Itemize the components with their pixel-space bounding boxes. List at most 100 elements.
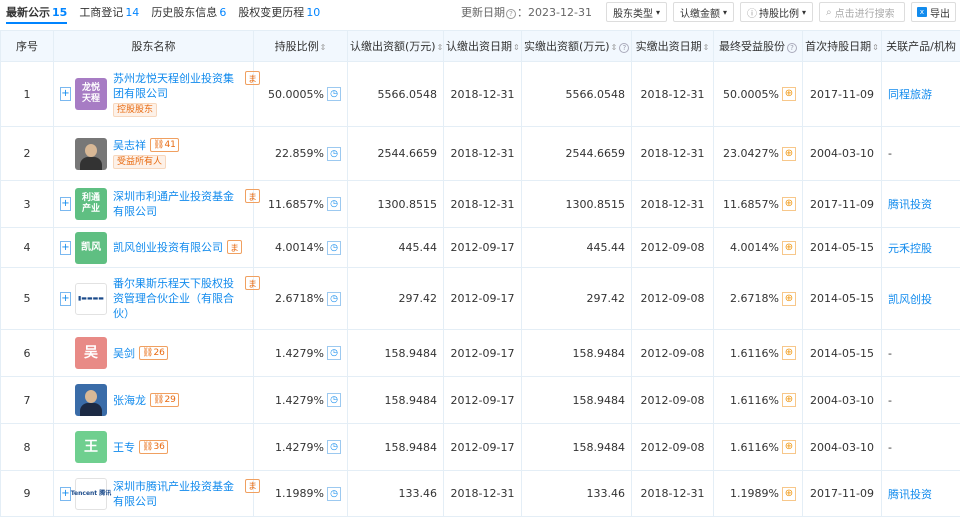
holder-cell: + 利通 产业 深圳市利通产业投资基金有限公司ま	[53, 180, 261, 228]
sub-date-cell: 2018-12-31	[443, 126, 522, 181]
toolbar: 更新日期? ：2023-12-31 股东类型 ▾ 认缴金额 ▾ ⓘ 持股比例 ▾ ⌕ 点击进…	[461, 0, 956, 24]
product-link[interactable]: 腾讯投资	[888, 488, 932, 501]
relation-icon[interactable]: ま	[245, 478, 261, 493]
sub-amount-cell: 158.9484	[347, 376, 444, 424]
amount-filter[interactable]: 认缴金额 ▾	[672, 2, 734, 22]
holder-name-link[interactable]: 苏州龙悦天程创业投资集团有限公司	[113, 71, 241, 101]
first-date-cell: 2017-11-09	[802, 61, 882, 127]
penetrate-icon[interactable]: ⊕	[782, 486, 796, 501]
expand-icon[interactable]: +	[60, 240, 71, 255]
company-logo: 利通 产业	[75, 188, 107, 220]
relation-icon[interactable]: ま	[245, 71, 261, 85]
row-no: 5	[0, 267, 54, 330]
history-icon[interactable]: ◷	[327, 87, 341, 101]
holder-cell: 张海龙 ⛓ 29	[53, 376, 254, 424]
first-date-cell: 2004-03-10	[802, 126, 882, 181]
paid-amount-cell: 5566.0548	[521, 61, 632, 127]
col-first-date[interactable]: 首次持股日期⇕	[802, 30, 882, 62]
update-info: 更新日期? ：2023-12-31	[461, 6, 592, 19]
relation-icon[interactable]: ま	[245, 276, 261, 290]
holder-name-link[interactable]: 吴志祥	[113, 138, 146, 153]
sub-date-cell: 2012-09-17	[443, 376, 522, 424]
paid-date-cell: 2012-09-08	[631, 267, 714, 330]
relation-icon[interactable]: ま	[227, 240, 243, 254]
holder-name-link[interactable]: 深圳市腾讯产业投资基金有限公司	[113, 479, 241, 509]
expand-icon[interactable]: +	[60, 291, 71, 306]
ratio-cell: 50.0005% ◷	[253, 61, 348, 127]
penetrate-icon[interactable]: ⊕	[782, 87, 796, 101]
col-paid-date[interactable]: 实缴出资日期⇕	[631, 30, 714, 62]
holder-cell: + ▮▬▬▬▬ 番尔果斯乐程天下股权投资管理合伙企业（有限合伙） ま	[53, 267, 261, 330]
help-icon: ?	[506, 9, 517, 19]
ratio-filter[interactable]: ⓘ 持股比例 ▾	[739, 2, 813, 22]
sub-date-cell: 2012-09-17	[443, 329, 522, 377]
sub-date-cell: 2012-09-17	[443, 423, 522, 471]
holdings-tag[interactable]: ⛓ 36	[139, 439, 168, 454]
holdings-tag[interactable]: ⛓ 26	[139, 345, 168, 360]
row-no: 6	[0, 329, 54, 377]
penetrate-icon[interactable]: ⊕	[782, 197, 796, 211]
paid-amount-cell: 1300.8515	[521, 180, 632, 228]
holder-name-link[interactable]: 王专	[113, 440, 135, 455]
caret-down-icon: ▾	[722, 7, 727, 17]
history-icon[interactable]: ◷	[327, 146, 341, 161]
tab-bar: 最新公示 15 工商登记 14 历史股东信息 6 股权变更历程 10	[0, 0, 332, 24]
holder-name-link[interactable]: 凯风创业投资有限公司	[113, 240, 223, 255]
col-paid-amount[interactable]: 实缴出资额(万元)⇕?	[521, 30, 632, 62]
history-icon[interactable]: ◷	[327, 440, 341, 454]
penetrate-icon[interactable]: ⊕	[782, 440, 796, 454]
history-icon[interactable]: ◷	[327, 291, 341, 306]
penetrate-icon[interactable]: ⊕	[782, 346, 796, 360]
holder-name-link[interactable]: 吴剑	[113, 346, 135, 361]
company-logo: Tencent 腾讯	[71, 477, 111, 510]
row-no: 8	[0, 423, 54, 471]
penetrate-icon[interactable]: ⊕	[782, 291, 796, 306]
sub-amount-cell: 158.9484	[347, 423, 444, 471]
ratio-cell: 1.4279% ◷	[253, 423, 348, 471]
avatar: 吴	[75, 337, 107, 369]
history-icon[interactable]: ◷	[327, 240, 341, 255]
product-link[interactable]: 元禾控股	[888, 242, 932, 255]
shareholder-type-filter[interactable]: 股东类型 ▾	[605, 2, 667, 22]
col-ratio[interactable]: 持股比例⇕	[253, 30, 348, 62]
expand-icon[interactable]: +	[60, 87, 71, 101]
col-sub-amount[interactable]: 认缴出资额(万元)⇕	[347, 30, 444, 62]
tab-registration[interactable]: 工商登记 14	[79, 0, 139, 24]
history-icon[interactable]: ◷	[327, 197, 341, 211]
product-link[interactable]: 凯风创投	[888, 293, 932, 306]
product-link[interactable]: 同程旅游	[888, 88, 932, 101]
holdings-tag[interactable]: ⛓ 29	[150, 392, 179, 407]
sub-amount-cell: 133.46	[347, 470, 444, 517]
holder-name-link[interactable]: 番尔果斯乐程天下股权投资管理合伙企业（有限合伙）	[113, 276, 241, 321]
penetrate-icon[interactable]: ⊕	[782, 240, 796, 255]
table-row: 4 + 凯风 凯风创业投资有限公司ま 4.0014% ◷ 445.44 2012-…	[0, 227, 960, 268]
first-date-cell: 2017-11-09	[802, 180, 882, 228]
history-icon[interactable]: ◷	[327, 393, 341, 407]
paid-amount-cell: 158.9484	[521, 376, 632, 424]
help-icon: ?	[787, 43, 797, 53]
row-no: 7	[0, 376, 54, 424]
export-button[interactable]: x 导出	[911, 2, 956, 22]
history-icon[interactable]: ◷	[327, 346, 341, 360]
expand-icon[interactable]: +	[60, 486, 71, 501]
row-no: 2	[0, 126, 54, 181]
company-logo: 凯风	[75, 231, 107, 264]
col-sub-date[interactable]: 认缴出资日期⇕	[443, 30, 522, 62]
tab-history[interactable]: 历史股东信息 6	[151, 0, 226, 24]
product-cell: -	[881, 126, 960, 181]
holder-name-link[interactable]: 张海龙	[113, 393, 146, 408]
tab-changes[interactable]: 股权变更历程 10	[238, 0, 320, 24]
penetrate-icon[interactable]: ⊕	[782, 146, 796, 161]
holder-name-link[interactable]: 深圳市利通产业投资基金有限公司	[113, 189, 241, 219]
col-no: 序号	[0, 30, 54, 62]
search-input[interactable]: ⌕ 点击进行搜索	[819, 2, 905, 22]
ratio-cell: 1.1989% ◷	[253, 470, 348, 517]
ratio-cell: 11.6857% ◷	[253, 180, 348, 228]
penetrate-icon[interactable]: ⊕	[782, 393, 796, 407]
product-link[interactable]: 腾讯投资	[888, 198, 932, 211]
tab-latest[interactable]: 最新公示 15	[6, 0, 68, 24]
history-icon[interactable]: ◷	[327, 486, 341, 501]
expand-icon[interactable]: +	[60, 197, 71, 211]
relation-icon[interactable]: ま	[245, 189, 261, 203]
holdings-tag[interactable]: ⛓ 41	[150, 138, 179, 152]
